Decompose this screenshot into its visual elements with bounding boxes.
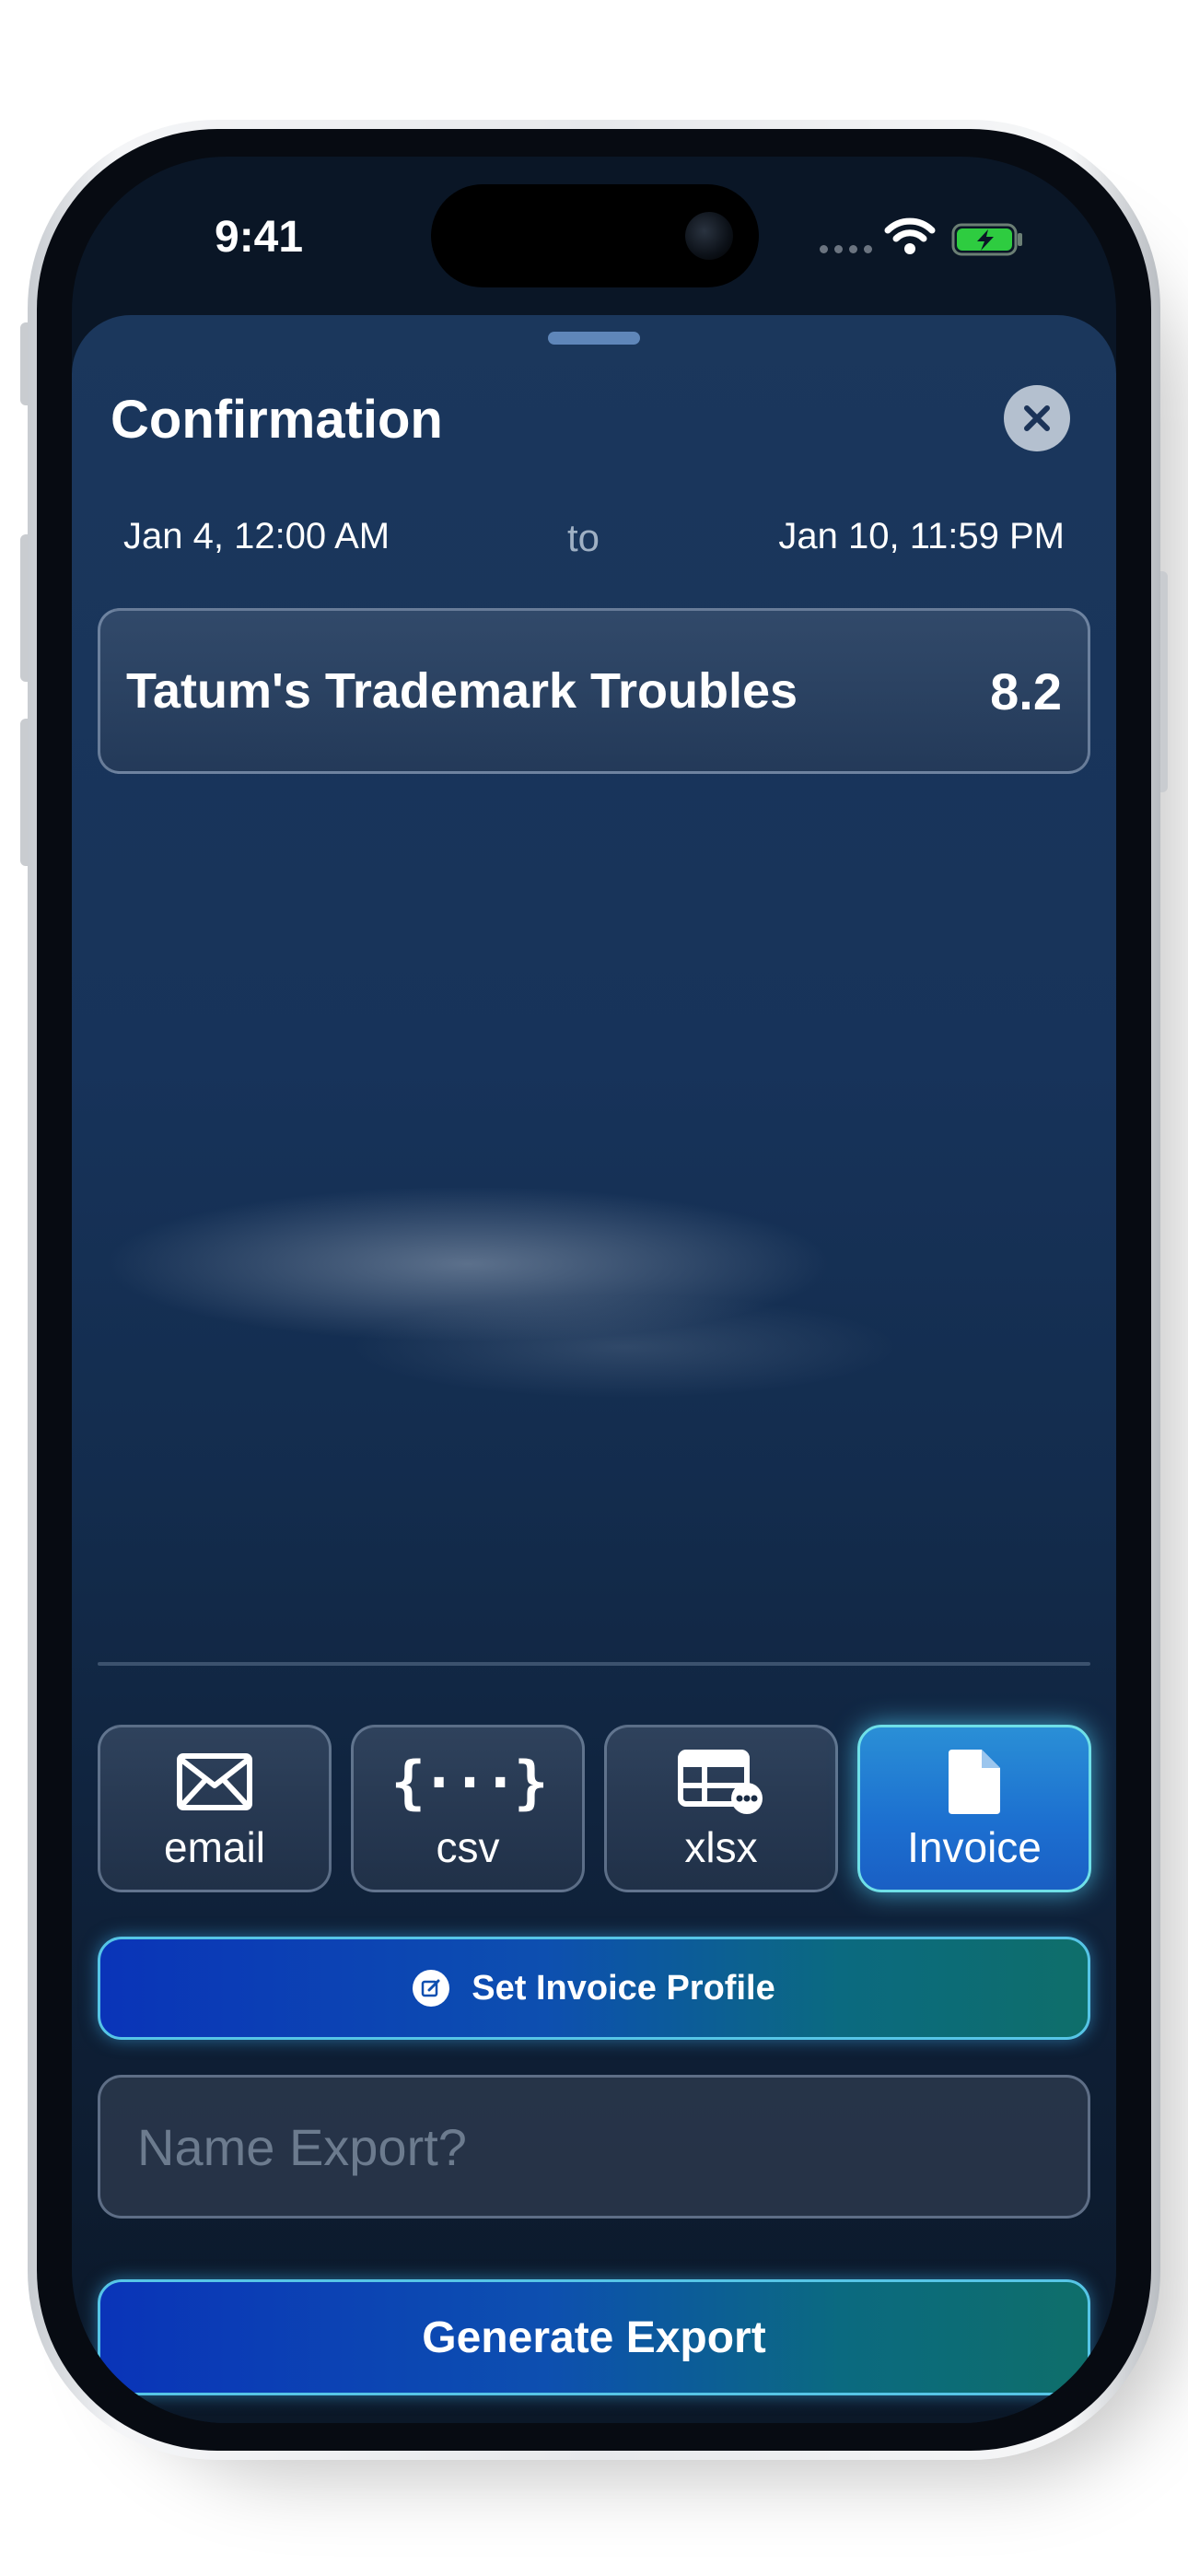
generate-export-button[interactable]: Generate Export bbox=[98, 2279, 1090, 2395]
screenshot-canvas: 9:41 Confirmation Jan 4, 12:00 AM to Jan… bbox=[0, 0, 1188, 2576]
sheet-title: Confirmation bbox=[111, 390, 443, 450]
envelope-icon bbox=[177, 1753, 252, 1810]
status-time: 9:41 bbox=[215, 213, 304, 262]
set-invoice-profile-label: Set Invoice Profile bbox=[472, 1968, 775, 2008]
date-end[interactable]: Jan 10, 11:59 PM bbox=[778, 516, 1065, 557]
format-invoice-button[interactable]: Invoice bbox=[857, 1725, 1091, 1892]
date-separator: to bbox=[567, 516, 600, 559]
battery-charging-icon bbox=[951, 223, 1022, 256]
wifi-icon bbox=[884, 217, 936, 254]
document-icon bbox=[949, 1750, 1000, 1814]
dynamic-island bbox=[431, 184, 759, 287]
table-icon bbox=[678, 1750, 763, 1814]
project-name: Tatum's Trademark Troubles bbox=[126, 663, 798, 719]
set-invoice-profile-button[interactable]: Set Invoice Profile bbox=[98, 1937, 1090, 2040]
name-export-input[interactable] bbox=[98, 2075, 1090, 2219]
date-start[interactable]: Jan 4, 12:00 AM bbox=[123, 516, 390, 557]
divider bbox=[98, 1662, 1090, 1666]
generate-export-label: Generate Export bbox=[422, 2313, 766, 2362]
sheet-grabber[interactable] bbox=[548, 332, 640, 345]
edit-icon bbox=[413, 1970, 450, 2007]
signal-dots-icon bbox=[820, 245, 872, 253]
format-csv-button[interactable]: {···} csv bbox=[351, 1725, 585, 1892]
format-email-label: email bbox=[164, 1823, 265, 1871]
camera-icon bbox=[685, 212, 733, 260]
format-csv-label: csv bbox=[436, 1823, 500, 1871]
project-row[interactable]: Tatum's Trademark Troubles 8.2 bbox=[98, 608, 1090, 774]
format-email-button[interactable]: email bbox=[98, 1725, 332, 1892]
close-icon bbox=[1024, 405, 1050, 431]
format-invoice-label: Invoice bbox=[907, 1823, 1042, 1871]
close-button[interactable] bbox=[1004, 385, 1070, 451]
curly-braces-icon: {···} bbox=[390, 1748, 549, 1816]
phone-screen: 9:41 Confirmation Jan 4, 12:00 AM to Jan… bbox=[72, 157, 1116, 2423]
format-xlsx-button[interactable]: xlsx bbox=[604, 1725, 838, 1892]
project-hours: 8.2 bbox=[990, 662, 1062, 720]
format-xlsx-label: xlsx bbox=[684, 1823, 758, 1871]
confirmation-sheet: Confirmation Jan 4, 12:00 AM to Jan 10, … bbox=[72, 315, 1116, 2423]
